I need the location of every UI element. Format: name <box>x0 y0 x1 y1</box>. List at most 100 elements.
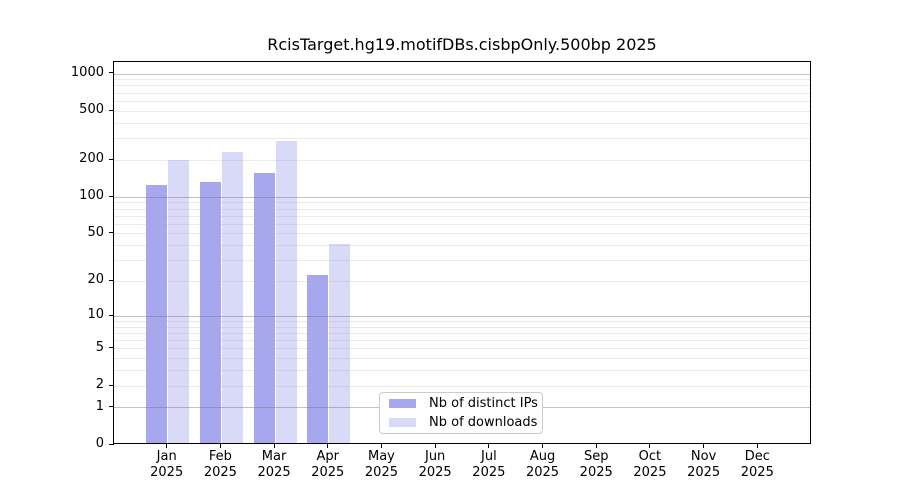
gridline-100 <box>114 197 810 198</box>
y-tick-label-5: 5 <box>0 340 104 356</box>
x-tick-month: Jun <box>407 449 463 465</box>
gridline-700 <box>114 93 810 94</box>
x-tick-label-aug: Aug2025 <box>515 449 571 481</box>
x-tick-label-may: May2025 <box>353 449 409 481</box>
x-tick-month: Aug <box>515 449 571 465</box>
x-tick-year: 2025 <box>139 465 195 481</box>
gridline-80 <box>114 209 810 210</box>
x-tick-mark-jun <box>435 444 436 448</box>
legend-label-downloads: Nb of downloads <box>429 415 537 430</box>
x-tick-year: 2025 <box>353 465 409 481</box>
x-tick-label-dec: Dec2025 <box>729 449 785 481</box>
y-tick-label-50: 50 <box>0 225 104 241</box>
gridline-900 <box>114 79 810 80</box>
chart-title: RcisTarget.hg19.motifDBs.cisbpOnly.500bp… <box>113 35 811 55</box>
gridline-400 <box>114 123 810 124</box>
gridline-5 <box>114 348 810 349</box>
gridline-600 <box>114 101 810 102</box>
bar-feb-distinct-ips <box>200 182 221 443</box>
gridline-90 <box>114 202 810 203</box>
x-tick-mark-aug <box>542 444 543 448</box>
y-tick-label-1: 1 <box>0 399 104 415</box>
x-tick-year: 2025 <box>461 465 517 481</box>
legend-label-distinct-ips: Nb of distinct IPs <box>429 396 538 411</box>
plot-area <box>113 61 811 444</box>
x-tick-month: Jan <box>139 449 195 465</box>
x-tick-month: May <box>353 449 409 465</box>
x-tick-mark-dec <box>757 444 758 448</box>
figure: RcisTarget.hg19.motifDBs.cisbpOnly.500bp… <box>0 0 900 500</box>
x-tick-mark-apr <box>327 444 328 448</box>
gridline-8 <box>114 327 810 328</box>
x-tick-year: 2025 <box>246 465 302 481</box>
x-tick-label-apr: Apr2025 <box>300 449 356 481</box>
bar-mar-downloads <box>276 141 297 443</box>
x-tick-month: Oct <box>622 449 678 465</box>
x-tick-mark-sep <box>596 444 597 448</box>
bar-apr-downloads <box>329 244 350 443</box>
x-tick-label-oct: Oct2025 <box>622 449 678 481</box>
x-tick-year: 2025 <box>300 465 356 481</box>
x-tick-month: Feb <box>192 449 248 465</box>
gridline-7 <box>114 333 810 334</box>
x-tick-label-jan: Jan2025 <box>139 449 195 481</box>
x-tick-mark-nov <box>703 444 704 448</box>
gridline-500 <box>114 111 810 112</box>
x-tick-month: Sep <box>568 449 624 465</box>
x-tick-year: 2025 <box>515 465 571 481</box>
gridline-40 <box>114 245 810 246</box>
x-tick-mark-mar <box>274 444 275 448</box>
y-tick-label-200: 200 <box>0 151 104 167</box>
bar-mar-distinct-ips <box>254 173 275 443</box>
x-tick-month: Jul <box>461 449 517 465</box>
x-tick-mark-jul <box>488 444 489 448</box>
gridline-300 <box>114 138 810 139</box>
gridline-2 <box>114 386 810 387</box>
x-tick-month: Dec <box>729 449 785 465</box>
y-tick-label-20: 20 <box>0 272 104 288</box>
y-tick-mark-0 <box>109 444 114 445</box>
x-tick-month: Apr <box>300 449 356 465</box>
gridline-800 <box>114 85 810 86</box>
gridline-10 <box>114 316 810 317</box>
gridline-3 <box>114 370 810 371</box>
x-tick-label-nov: Nov2025 <box>676 449 732 481</box>
x-tick-year: 2025 <box>676 465 732 481</box>
x-tick-label-sep: Sep2025 <box>568 449 624 481</box>
gridline-70 <box>114 216 810 217</box>
legend-item-distinct-ips: Nb of distinct IPs <box>389 396 533 412</box>
gridline-60 <box>114 224 810 225</box>
gridline-200 <box>114 160 810 161</box>
x-tick-year: 2025 <box>407 465 463 481</box>
gridline-4 <box>114 358 810 359</box>
legend-swatch-downloads <box>389 418 416 427</box>
y-tick-label-500: 500 <box>0 102 104 118</box>
x-tick-year: 2025 <box>192 465 248 481</box>
x-tick-month: Nov <box>676 449 732 465</box>
y-tick-label-10: 10 <box>0 307 104 323</box>
x-tick-month: Mar <box>246 449 302 465</box>
gridline-1000 <box>114 74 810 75</box>
gridline-30 <box>114 260 810 261</box>
x-tick-label-mar: Mar2025 <box>246 449 302 481</box>
x-tick-label-jul: Jul2025 <box>461 449 517 481</box>
x-tick-year: 2025 <box>622 465 678 481</box>
y-tick-label-2: 2 <box>0 377 104 393</box>
x-tick-mark-may <box>381 444 382 448</box>
x-tick-mark-oct <box>649 444 650 448</box>
gridline-20 <box>114 281 810 282</box>
legend-item-downloads: Nb of downloads <box>389 415 533 431</box>
x-tick-mark-jan <box>166 444 167 448</box>
gridline-9 <box>114 321 810 322</box>
legend-swatch-distinct-ips <box>389 399 416 408</box>
gridline-6 <box>114 340 810 341</box>
x-tick-mark-feb <box>220 444 221 448</box>
y-tick-label-1000: 1000 <box>0 65 104 81</box>
gridline-50 <box>114 233 810 234</box>
x-tick-label-jun: Jun2025 <box>407 449 463 481</box>
x-tick-year: 2025 <box>729 465 785 481</box>
y-tick-label-100: 100 <box>0 188 104 204</box>
y-tick-label-0: 0 <box>0 436 104 452</box>
x-tick-year: 2025 <box>568 465 624 481</box>
legend: Nb of distinct IPs Nb of downloads <box>379 392 543 434</box>
